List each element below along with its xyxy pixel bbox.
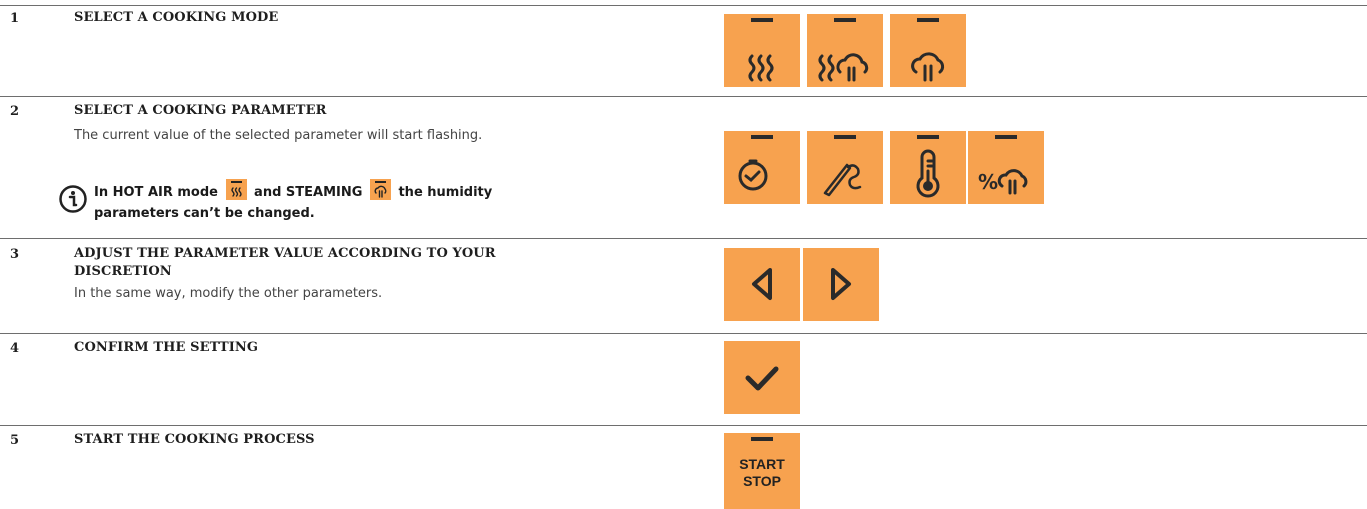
divider: [0, 5, 1367, 6]
divider: [0, 333, 1367, 334]
humidity-icon: %: [978, 169, 1028, 195]
start-label: START: [739, 456, 785, 472]
note-text-line2: parameters can’t be changed.: [94, 206, 315, 221]
confirm-button[interactable]: [724, 341, 800, 414]
hot-air-mode-button[interactable]: [724, 14, 800, 87]
svg-text:%: %: [978, 170, 998, 194]
note-text-part: In HOT AIR mode: [94, 185, 218, 200]
step-description: In the same way, modify the other parame…: [74, 286, 383, 301]
step-title: SELECT A COOKING PARAMETER: [74, 103, 327, 118]
note-text-part: the humidity: [398, 185, 493, 200]
step-number: 5: [10, 433, 20, 448]
timer-button[interactable]: [724, 131, 800, 204]
divider: [0, 96, 1367, 97]
stop-label: STOP: [743, 473, 781, 489]
arrow-left-button[interactable]: [724, 248, 800, 321]
step-number: 4: [10, 341, 20, 356]
step-title-continued: DISCRETION: [74, 264, 172, 279]
divider: [0, 425, 1367, 426]
core-probe-icon: [823, 163, 862, 197]
arrow-left-icon: [752, 268, 772, 300]
core-probe-button[interactable]: [807, 131, 883, 204]
arrow-right-icon: [831, 268, 851, 300]
checkmark-icon: [745, 366, 779, 391]
hot-air-icon: [748, 54, 774, 82]
step-description: The current value of the selected parame…: [74, 128, 483, 143]
step-number: 3: [10, 247, 20, 262]
note-text-part: and STEAMING: [254, 185, 363, 200]
step-number: 2: [10, 104, 20, 119]
humidity-button[interactable]: %: [968, 131, 1044, 204]
timer-icon: [738, 159, 768, 191]
step-number: 1: [10, 11, 20, 26]
hot-air-icon: [225, 179, 247, 200]
steam-icon: [369, 179, 391, 200]
temperature-button[interactable]: [890, 131, 966, 204]
info-icon: [59, 185, 87, 213]
steam-mode-button[interactable]: [890, 14, 966, 87]
info-note: In HOT AIR mode and STEAMING the humidit…: [58, 177, 678, 231]
divider: [0, 238, 1367, 239]
step-title: ADJUST THE PARAMETER VALUE ACCORDING TO …: [74, 246, 496, 261]
combi-icon: [818, 53, 869, 82]
step-title: START THE COOKING PROCESS: [74, 432, 315, 447]
steam-icon: [911, 52, 945, 82]
start-stop-button[interactable]: START STOP: [724, 433, 800, 509]
combi-mode-button[interactable]: [807, 14, 883, 87]
arrow-right-button[interactable]: [803, 248, 879, 321]
step-title: CONFIRM THE SETTING: [74, 340, 259, 355]
temperature-icon: [916, 149, 940, 198]
step-title: SELECT A COOKING MODE: [74, 10, 279, 25]
